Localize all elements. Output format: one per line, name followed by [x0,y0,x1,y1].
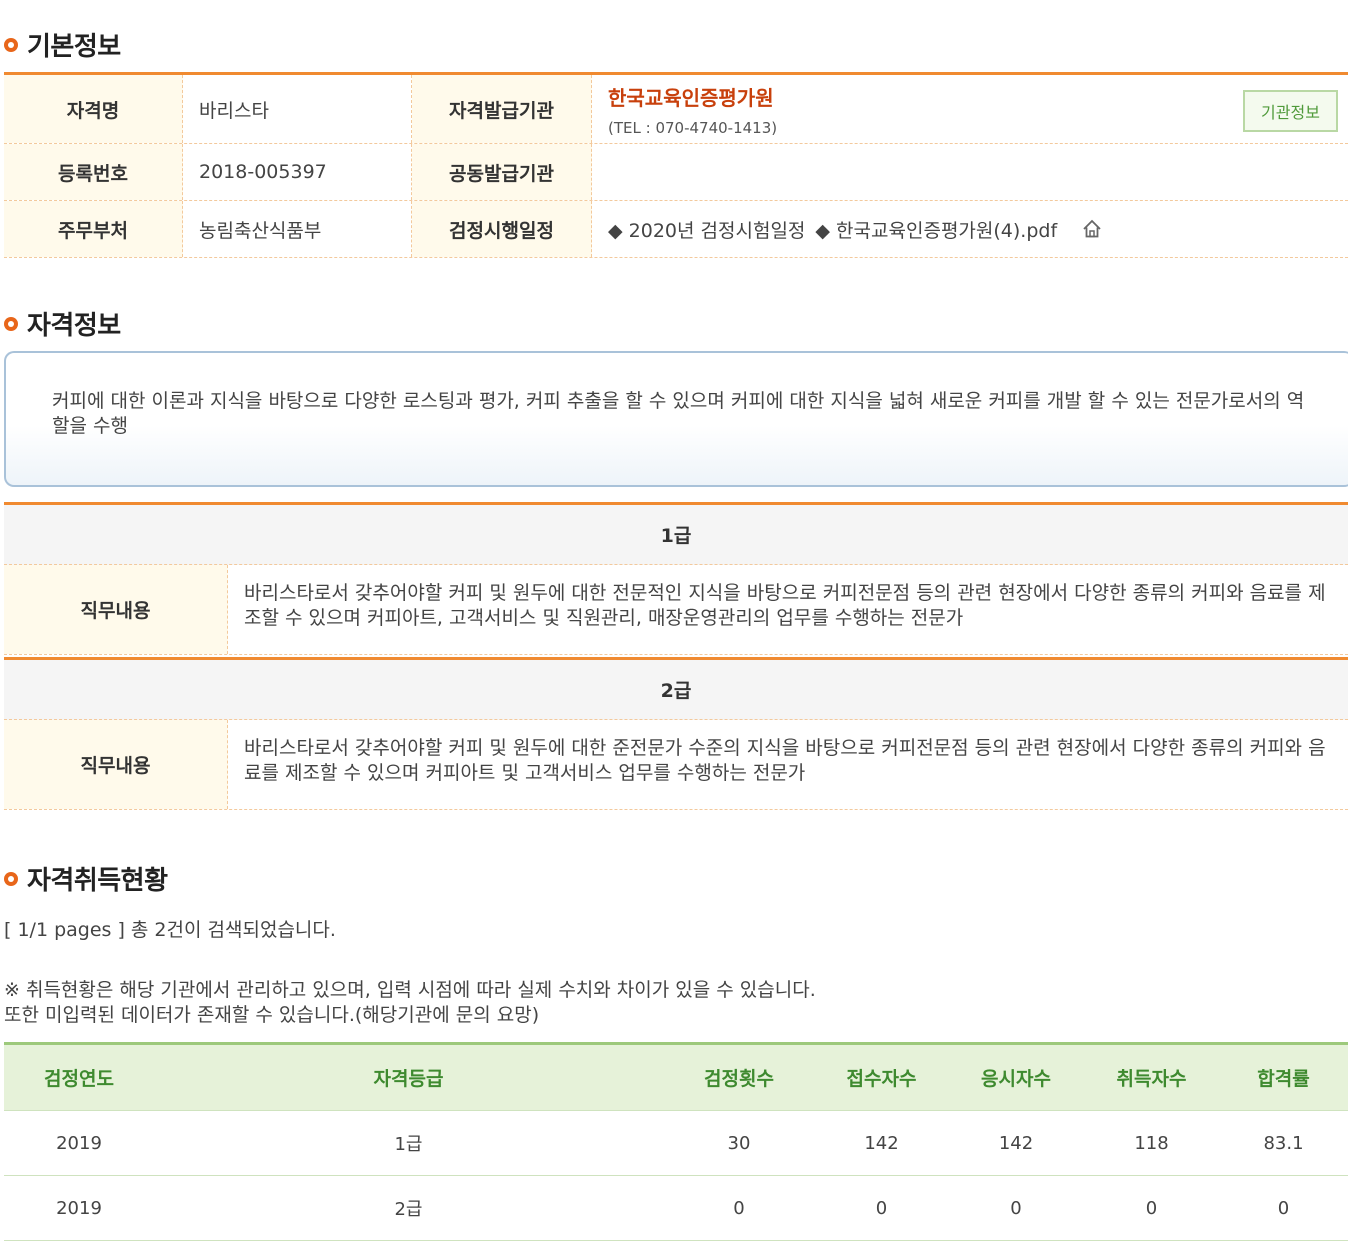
header-examinees: 응시자수 [981,1068,1051,1090]
cell-grade: 1급 [154,1110,663,1176]
grade-header: 2급 [4,660,1348,720]
cell-acquirers: 118 [1084,1110,1219,1176]
cell-applicants: 0 [815,1175,948,1241]
qual-description: 커피에 대한 이론과 지식을 바탕으로 다양한 로스팅과 평가, 커피 추출을 … [52,390,1305,437]
grade-body: 직무내용 바리스타로서 갖추어야할 커피 및 원두에 대한 전문적인 지식을 바… [4,565,1348,655]
grade-block-1: 1급 직무내용 바리스타로서 갖추어야할 커피 및 원두에 대한 전문적인 지식… [4,502,1348,655]
grade-header: 1급 [4,505,1348,565]
bullet-icon [4,316,18,331]
basic-row-3: 주무부처 농림축산식품부 검정시행일정 ◆ 2020년 검정시험일정 ◆ 한국교… [4,201,1348,258]
header-grade: 자격등급 [373,1068,444,1090]
cell-examinees: 0 [948,1175,1084,1241]
grade-body: 직무내용 바리스타로서 갖추어야할 커피 및 원두에 대한 준전문가 수준의 지… [4,720,1348,810]
label-issuer: 자격발급기관 [412,75,592,143]
header-applicants: 접수자수 [846,1068,917,1090]
header-acquirers: 취득자수 [1116,1068,1187,1090]
cell-pass-rate: 0 [1219,1175,1348,1241]
bullet-icon [4,871,18,886]
duty-content: 바리스타로서 갖추어야할 커피 및 원두에 대한 준전문가 수준의 지식을 바탕… [244,737,1326,784]
header-exam-count: 검정횟수 [704,1068,774,1090]
notice-line-1: ※ 취득현황은 해당 기관에서 관리하고 있으며, 입력 시점에 따라 실제 수… [4,979,816,1001]
duty-content: 바리스타로서 갖추어야할 커피 및 원두에 대한 전문적인 지식을 바탕으로 커… [244,582,1326,629]
table-row: 2019 1급 30 142 142 118 83.1 [4,1110,1348,1176]
cell-applicants: 142 [815,1110,948,1176]
cell-pass-rate: 83.1 [1219,1110,1348,1176]
page-count: [ 1/1 pages ] 총 2건이 검색되었습니다. [4,919,336,941]
cell-examinees: 142 [948,1110,1084,1176]
label-schedule: 검정시행일정 [412,201,592,257]
label-cert-name: 자격명 [4,75,183,143]
qual-description-box: 커피에 대한 이론과 지식을 바탕으로 다양한 로스팅과 평가, 커피 추출을 … [4,351,1348,487]
home-icon[interactable] [1081,218,1103,240]
label-reg-no: 등록번호 [4,144,183,200]
header-pass-rate: 합격률 [1257,1068,1310,1090]
value-schedule: ◆ 2020년 검정시험일정 ◆ 한국교육인증평가원(4).pdf [592,201,1348,257]
acquisition-table: 검정연도 자격등급 검정횟수 접수자수 응시자수 취득자수 합격률 2019 1… [4,1042,1348,1241]
value-joint-issuer [592,144,1348,200]
cell-acquirers: 0 [1084,1175,1219,1241]
issuer-tel: (TEL : 070-4740-1413) [608,118,778,137]
section-title-qual: 자격정보 [4,305,121,342]
cell-year: 2019 [4,1175,154,1241]
grade-block-2: 2급 직무내용 바리스타로서 갖추어야할 커피 및 원두에 대한 준전문가 수준… [4,657,1348,810]
status-notice: ※ 취득현황은 해당 기관에서 관리하고 있으며, 입력 시점에 따라 실제 수… [4,978,816,1028]
table-row: 2019 2급 0 0 0 0 0 [4,1175,1348,1241]
duty-label: 직무내용 [4,565,228,654]
bullet-icon [4,37,18,52]
section-title-status: 자격취득현황 [4,860,168,897]
duty-label: 직무내용 [4,720,228,809]
basic-row-1: 자격명 바리스타 자격발급기관 한국교육인증평가원 (TEL : 070-474… [4,75,1348,144]
section-title-basic: 기본정보 [4,26,121,63]
schedule-pdf-link[interactable]: ◆ 한국교육인증평가원(4).pdf [815,216,1057,243]
value-issuer: 한국교육인증평가원 (TEL : 070-4740-1413) 기관정보 [592,75,1348,143]
cell-grade: 2급 [154,1175,663,1241]
value-reg-no: 2018-005397 [183,144,412,200]
org-info-button[interactable]: 기관정보 [1243,90,1338,132]
cell-year: 2019 [4,1110,154,1176]
table-header-row: 검정연도 자격등급 검정횟수 접수자수 응시자수 취득자수 합격률 [4,1043,1348,1111]
schedule-link-2020[interactable]: ◆ 2020년 검정시험일정 [608,216,805,243]
label-ministry: 주무부처 [4,201,183,257]
value-cert-name: 바리스타 [183,75,412,143]
value-ministry: 농림축산식품부 [183,201,412,257]
label-joint-issuer: 공동발급기관 [412,144,592,200]
notice-line-2: 또한 미입력된 데이터가 존재할 수 있습니다.(해당기관에 문의 요망) [4,1004,540,1026]
cell-exam-count: 0 [663,1175,815,1241]
header-year: 검정연도 [44,1068,114,1090]
cell-exam-count: 30 [663,1110,815,1176]
basic-row-2: 등록번호 2018-005397 공동발급기관 [4,144,1348,201]
basic-info-table: 자격명 바리스타 자격발급기관 한국교육인증평가원 (TEL : 070-474… [4,72,1348,258]
issuer-name: 한국교육인증평가원 [608,85,774,110]
